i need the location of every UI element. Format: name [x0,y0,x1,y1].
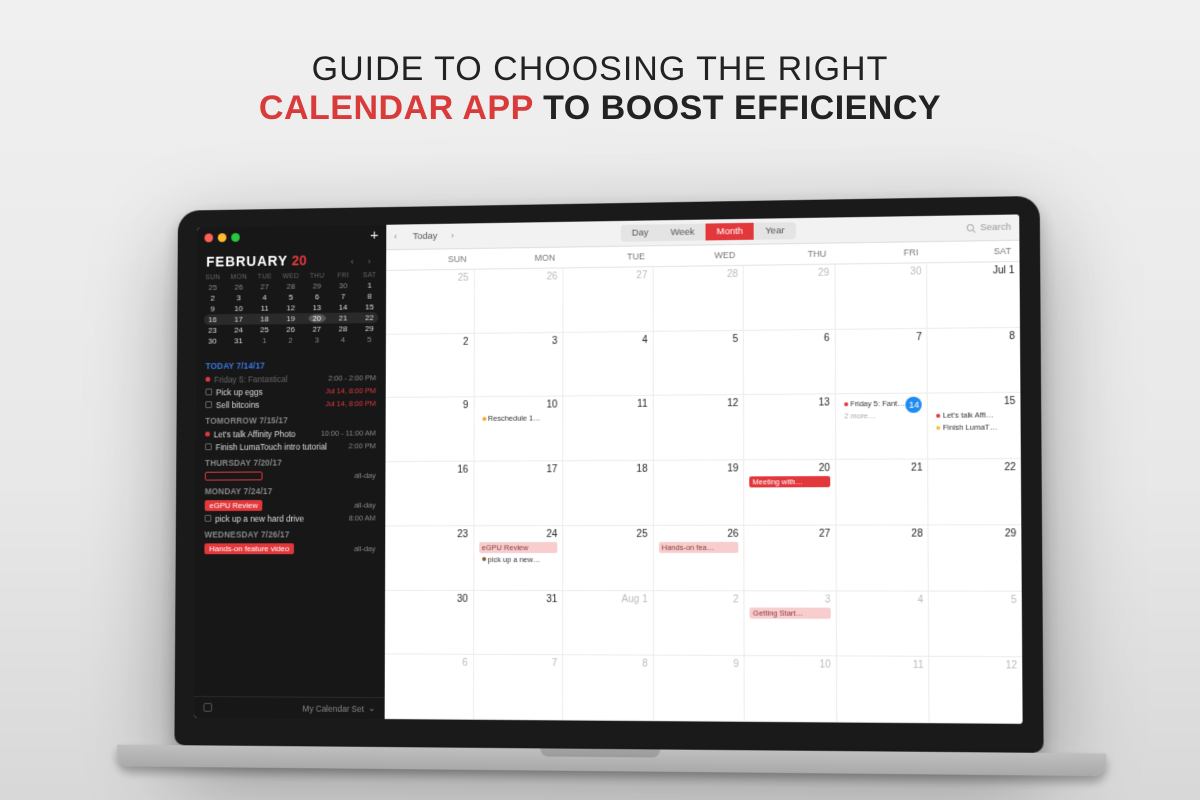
mini-month-header: FEBRUARY 20 ‹ › [197,245,387,271]
day-cell[interactable]: 24eGPU Reviewpick up a new… [474,526,564,590]
day-cell[interactable]: 3 [474,333,563,397]
main-calendar: ‹ Today › Day Week Month Year Search [385,214,1023,723]
day-cell[interactable]: 10 [745,656,837,721]
day-cell[interactable]: 2 [386,334,475,398]
day-cell[interactable]: 11 [563,396,653,460]
day-cell[interactable]: 27 [745,525,837,590]
chevron-down-icon: ⌄ [368,703,375,714]
day-cell[interactable]: 23 [385,526,474,589]
view-week[interactable]: Week [659,224,705,242]
day-cell[interactable]: 26Hands-on fea… [654,526,745,590]
tasks-toggle-icon[interactable] [203,703,212,712]
agenda-list[interactable]: TODAY 7/14/17Friday 5: Fantastical2:00 -… [194,351,386,698]
prev-button[interactable]: ‹ [394,231,399,242]
day-cell[interactable]: 2 [654,591,745,656]
zoom-icon[interactable] [231,233,240,242]
headline-line2: CALENDAR APP TO BOOST EFFICIENCY [20,89,1180,128]
headline-accent: CALENDAR APP [259,89,533,127]
day-cell[interactable]: 4 [837,591,930,656]
next-button[interactable]: › [451,231,456,242]
day-cell[interactable]: 30 [835,263,928,328]
day-cell[interactable]: 4 [563,332,653,396]
day-cell[interactable]: 25 [563,526,653,590]
day-cell[interactable]: 25 [386,270,475,334]
month-grid[interactable]: 252627282930Jul 12345678910Reschedule 1…… [385,262,1023,724]
sidebar-footer[interactable]: My Calendar Set ⌄ [194,696,385,719]
day-cell[interactable]: 27 [564,267,654,331]
day-cell[interactable]: 7 [836,329,929,394]
day-cell[interactable]: 8 [563,656,653,721]
day-cell[interactable]: 6 [744,330,836,395]
day-cell[interactable]: 21 [836,460,929,525]
add-event-button[interactable]: + [370,231,379,240]
day-cell[interactable]: 5 [929,591,1022,656]
marketing-headline: GUIDE TO CHOOSING THE RIGHT CALENDAR APP… [0,0,1200,158]
day-cell[interactable]: 28 [836,525,929,590]
day-cell[interactable]: 15Let's talk Affi…Finish LumaT… [928,393,1021,458]
day-cell[interactable]: 26 [474,268,563,332]
day-cell[interactable]: 22 [929,459,1022,524]
day-cell[interactable]: 16 [385,462,474,525]
day-cell[interactable]: 5 [653,331,744,396]
day-cell[interactable]: 6 [385,655,474,719]
day-cell[interactable]: 3Getting Start… [745,591,837,656]
mini-nav[interactable]: ‹ › [351,256,377,266]
day-cell[interactable]: 10Reschedule 1… [474,397,563,461]
day-cell[interactable]: 28 [653,266,744,331]
mini-calendar[interactable]: SUNMONTUEWEDTHUFRISAT 252627282930123456… [196,269,386,353]
close-icon[interactable] [204,233,213,242]
day-cell[interactable]: 29 [929,525,1022,590]
view-day[interactable]: Day [621,224,660,241]
search-input[interactable]: Search [966,222,1011,234]
day-cell[interactable]: 14Friday 5: Fant…2 more… [836,394,929,459]
view-year[interactable]: Year [754,222,796,240]
day-cell[interactable]: 12 [654,395,745,459]
day-cell[interactable]: 18 [563,461,653,525]
sidebar: + FEBRUARY 20 ‹ › SUNMONTUEWEDTHUFRISAT … [194,225,387,719]
day-cell[interactable]: Jul 1 [928,262,1020,328]
headline-line1: GUIDE TO CHOOSING THE RIGHT [20,50,1180,89]
day-cell[interactable]: 19 [654,460,745,524]
minimize-icon[interactable] [218,233,227,242]
day-cell[interactable]: 8 [928,328,1021,393]
today-button[interactable]: Today [405,229,445,244]
calendar-app: + FEBRUARY 20 ‹ › SUNMONTUEWEDTHUFRISAT … [194,214,1023,723]
day-cell[interactable]: 17 [474,461,563,525]
day-cell[interactable]: Aug 1 [563,591,653,655]
laptop-mockup: + FEBRUARY 20 ‹ › SUNMONTUEWEDTHUFRISAT … [174,196,1044,776]
search-icon [966,223,976,233]
day-cell[interactable]: 9 [654,656,745,721]
day-cell[interactable]: 20Meeting with… [744,460,836,525]
day-cell[interactable]: 9 [386,398,475,462]
view-selector[interactable]: Day Week Month Year [621,222,796,242]
day-cell[interactable]: 31 [474,591,564,655]
view-month[interactable]: Month [706,223,755,241]
day-cell[interactable]: 12 [930,657,1023,723]
day-cell[interactable]: 30 [385,590,474,654]
day-cell[interactable]: 13 [744,395,836,460]
day-cell[interactable]: 11 [837,657,930,723]
day-cell[interactable]: 7 [474,655,564,719]
day-cell[interactable]: 29 [744,265,836,330]
